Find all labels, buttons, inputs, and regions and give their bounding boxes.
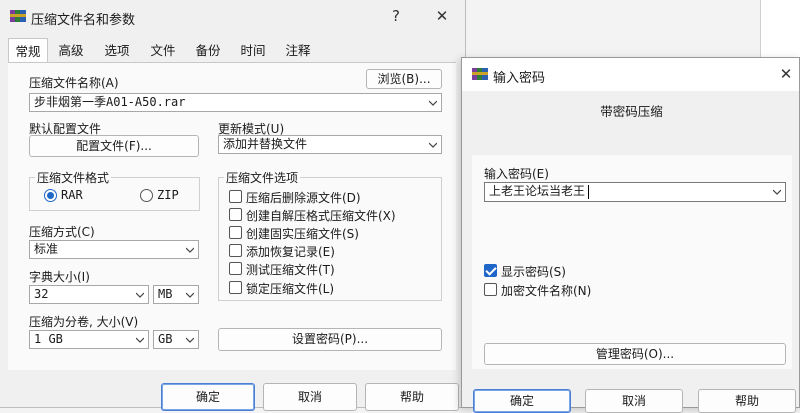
winrar-icon bbox=[472, 68, 488, 80]
lock-label: 锁定压缩文件(L) bbox=[246, 282, 335, 296]
password-dialog: 输入密码 ✕ 带密码压缩 输入密码(E) 上老王论坛当老王 显示密码(S) 加密… bbox=[461, 57, 800, 413]
chevron-down-icon bbox=[773, 189, 781, 195]
sfx-label: 创建自解压格式压缩文件(X) bbox=[246, 209, 396, 223]
rar-radio[interactable] bbox=[44, 189, 57, 202]
tab-advanced[interactable]: 高级 bbox=[51, 40, 91, 62]
dict-value: 32 bbox=[34, 287, 49, 301]
delete-after-label: 压缩后删除源文件(D) bbox=[246, 191, 361, 205]
password-subtitle: 带密码压缩 bbox=[600, 104, 663, 119]
tab-backup[interactable]: 备份 bbox=[188, 40, 228, 62]
options-group-title: 压缩文件选项 bbox=[224, 169, 301, 186]
encrypt-names-checkbox[interactable] bbox=[484, 283, 497, 296]
cancel-button[interactable]: 取消 bbox=[263, 383, 357, 411]
chevron-down-icon bbox=[136, 337, 144, 343]
update-mode-value: 添加并替换文件 bbox=[223, 137, 308, 151]
password-close-button[interactable]: ✕ bbox=[768, 58, 800, 91]
tab-general[interactable]: 常规 bbox=[8, 38, 48, 63]
ok-button[interactable]: 确定 bbox=[161, 383, 255, 411]
password-value: 上老王论坛当老王 bbox=[489, 184, 586, 198]
split-value: 1 GB bbox=[34, 332, 63, 346]
solid-label: 创建固实压缩文件(S) bbox=[246, 227, 359, 241]
dict-combo[interactable]: 32 bbox=[29, 285, 149, 304]
dict-label: 字典大小(I) bbox=[29, 270, 90, 284]
update-mode-combo[interactable]: 添加并替换文件 bbox=[218, 135, 442, 154]
split-unit-value: GB bbox=[158, 332, 173, 346]
show-password-checkbox[interactable] bbox=[484, 264, 497, 277]
tab-files[interactable]: 文件 bbox=[143, 40, 183, 62]
window-title: 压缩文件名和参数 bbox=[31, 13, 136, 28]
test-checkbox[interactable] bbox=[229, 262, 242, 275]
text-cursor bbox=[588, 185, 589, 199]
password-help-button[interactable]: 帮助 bbox=[698, 389, 796, 413]
set-password-button[interactable]: 设置密码(P)... bbox=[218, 328, 442, 351]
archive-dialog: 压缩文件名和参数 ? ✕ 常规 高级 选项 文件 备份 时间 注释 压缩文件名称… bbox=[0, 0, 466, 411]
method-value: 标准 bbox=[34, 242, 59, 256]
winrar-icon bbox=[10, 10, 26, 22]
chevron-down-icon bbox=[186, 337, 194, 343]
password-ok-button[interactable]: 确定 bbox=[473, 389, 571, 413]
method-label: 压缩方式(C) bbox=[29, 225, 95, 239]
archive-name-label: 压缩文件名称(A) bbox=[29, 76, 119, 90]
help-title-button[interactable]: ? bbox=[376, 0, 416, 33]
chevron-down-icon bbox=[136, 292, 144, 298]
zip-radio[interactable] bbox=[140, 189, 153, 202]
dict-unit-value: MB bbox=[158, 287, 173, 301]
split-label: 压缩为分卷, 大小(V) bbox=[29, 315, 139, 329]
help-button[interactable]: 帮助 bbox=[365, 383, 459, 411]
title-bar[interactable]: 压缩文件名和参数 ? ✕ bbox=[0, 0, 465, 33]
archive-name-combo[interactable]: 步非烟第一季A01-A50.rar bbox=[29, 93, 442, 112]
tab-comment[interactable]: 注释 bbox=[278, 40, 318, 62]
tab-time[interactable]: 时间 bbox=[233, 40, 273, 62]
method-combo[interactable]: 标准 bbox=[29, 240, 199, 259]
password-dialog-title: 输入密码 bbox=[493, 71, 546, 86]
test-label: 测试压缩文件(T) bbox=[246, 263, 335, 277]
background-window bbox=[760, 0, 800, 60]
encrypt-names-label: 加密文件名称(N) bbox=[501, 284, 592, 298]
browse-button[interactable]: 浏览(B)... bbox=[366, 69, 442, 89]
zip-label: ZIP bbox=[157, 188, 179, 202]
split-combo[interactable]: 1 GB bbox=[29, 330, 149, 349]
manage-passwords-button[interactable]: 管理密码(O)... bbox=[484, 343, 786, 365]
format-group-title: 压缩文件格式 bbox=[35, 169, 112, 186]
archive-name-value: 步非烟第一季A01-A50.rar bbox=[34, 95, 186, 109]
password-input[interactable]: 上老王论坛当老王 bbox=[484, 182, 786, 202]
recovery-checkbox[interactable] bbox=[229, 244, 242, 257]
show-password-label: 显示密码(S) bbox=[501, 265, 566, 279]
chevron-down-icon bbox=[429, 100, 437, 106]
password-cancel-button[interactable]: 取消 bbox=[585, 389, 683, 413]
solid-checkbox[interactable] bbox=[229, 226, 242, 239]
close-button[interactable]: ✕ bbox=[422, 0, 462, 33]
password-label: 输入密码(E) bbox=[484, 167, 549, 181]
password-title-bar[interactable]: 输入密码 ✕ bbox=[462, 58, 799, 91]
split-unit-combo[interactable]: GB bbox=[153, 330, 199, 349]
delete-after-checkbox[interactable] bbox=[229, 190, 242, 203]
chevron-down-icon bbox=[429, 142, 437, 148]
tab-options[interactable]: 选项 bbox=[97, 40, 137, 62]
lock-checkbox[interactable] bbox=[229, 281, 242, 294]
chevron-down-icon bbox=[186, 247, 194, 253]
sfx-checkbox[interactable] bbox=[229, 208, 242, 221]
rar-label: RAR bbox=[61, 188, 83, 202]
chevron-down-icon bbox=[186, 292, 194, 298]
recovery-label: 添加恢复记录(E) bbox=[246, 245, 335, 259]
dict-unit-combo[interactable]: MB bbox=[153, 285, 199, 304]
profiles-button[interactable]: 配置文件(F)... bbox=[29, 135, 199, 157]
